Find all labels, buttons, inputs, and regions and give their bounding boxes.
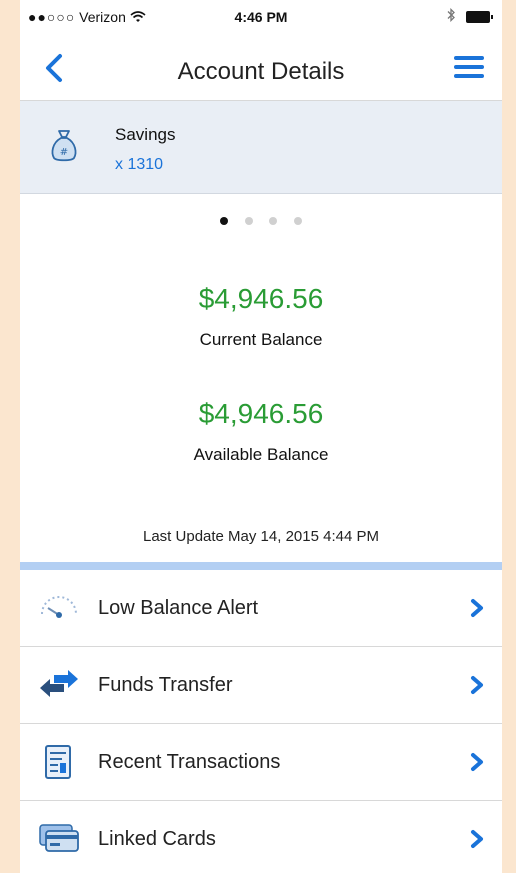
chevron-right-icon xyxy=(468,675,486,695)
menu-item-label: Low Balance Alert xyxy=(98,597,259,619)
clock: 4:46 PM xyxy=(234,9,288,25)
status-right xyxy=(446,7,493,25)
last-update-text: Last Update May 14, 2015 4:44 PM xyxy=(143,528,379,545)
battery-icon xyxy=(466,10,493,23)
status-bar: ●●○○○ Verizon 4:46 PM xyxy=(20,0,502,36)
account-header[interactable]: # Savings x 1310 xyxy=(20,101,502,194)
hamburger-icon-bar xyxy=(454,74,484,78)
menu-item-label: Funds Transfer xyxy=(98,674,233,696)
gauge-icon xyxy=(38,590,80,626)
page-dot[interactable] xyxy=(269,217,278,225)
menu-item-label: Linked Cards xyxy=(98,828,216,850)
current-balance-amount: $4,946.56 xyxy=(198,283,324,314)
page-title: Account Details xyxy=(177,58,345,85)
section-divider xyxy=(20,562,502,570)
receipt-icon xyxy=(38,744,80,780)
available-balance-amount: $4,946.56 xyxy=(198,398,324,429)
svg-text:#: # xyxy=(60,147,68,158)
account-name: Savings xyxy=(115,125,176,144)
account-number: x 1310 xyxy=(115,156,164,173)
page-dot-active[interactable] xyxy=(220,217,229,225)
bluetooth-icon xyxy=(446,7,456,25)
menu-item-funds-transfer[interactable]: Funds Transfer xyxy=(20,647,502,724)
available-balance-label: Available Balance xyxy=(193,445,329,464)
menu-item-linked-cards[interactable]: Linked Cards xyxy=(20,801,502,873)
chevron-right-icon xyxy=(468,598,486,618)
transfer-arrows-icon xyxy=(38,667,80,703)
chevron-right-icon xyxy=(468,752,486,772)
card-icon xyxy=(38,821,80,857)
chevron-right-icon xyxy=(468,829,486,849)
phone-screen: ●●○○○ Verizon 4:46 PM Account Details # … xyxy=(20,0,502,873)
hamburger-icon-bar xyxy=(454,56,484,60)
hamburger-icon-bar xyxy=(454,65,484,69)
page-dot[interactable] xyxy=(293,217,302,225)
current-balance-label: Current Balance xyxy=(199,330,323,349)
page-dot[interactable] xyxy=(244,217,253,225)
menu-button[interactable] xyxy=(454,56,484,80)
page-indicator[interactable] xyxy=(20,212,502,230)
menu-item-recent-transactions[interactable]: Recent Transactions xyxy=(20,724,502,801)
money-bag-icon: # xyxy=(50,129,78,163)
navigation-bar: Account Details xyxy=(20,36,502,101)
menu-item-low-balance-alert[interactable]: Low Balance Alert xyxy=(20,570,502,647)
menu-item-label: Recent Transactions xyxy=(98,751,281,773)
